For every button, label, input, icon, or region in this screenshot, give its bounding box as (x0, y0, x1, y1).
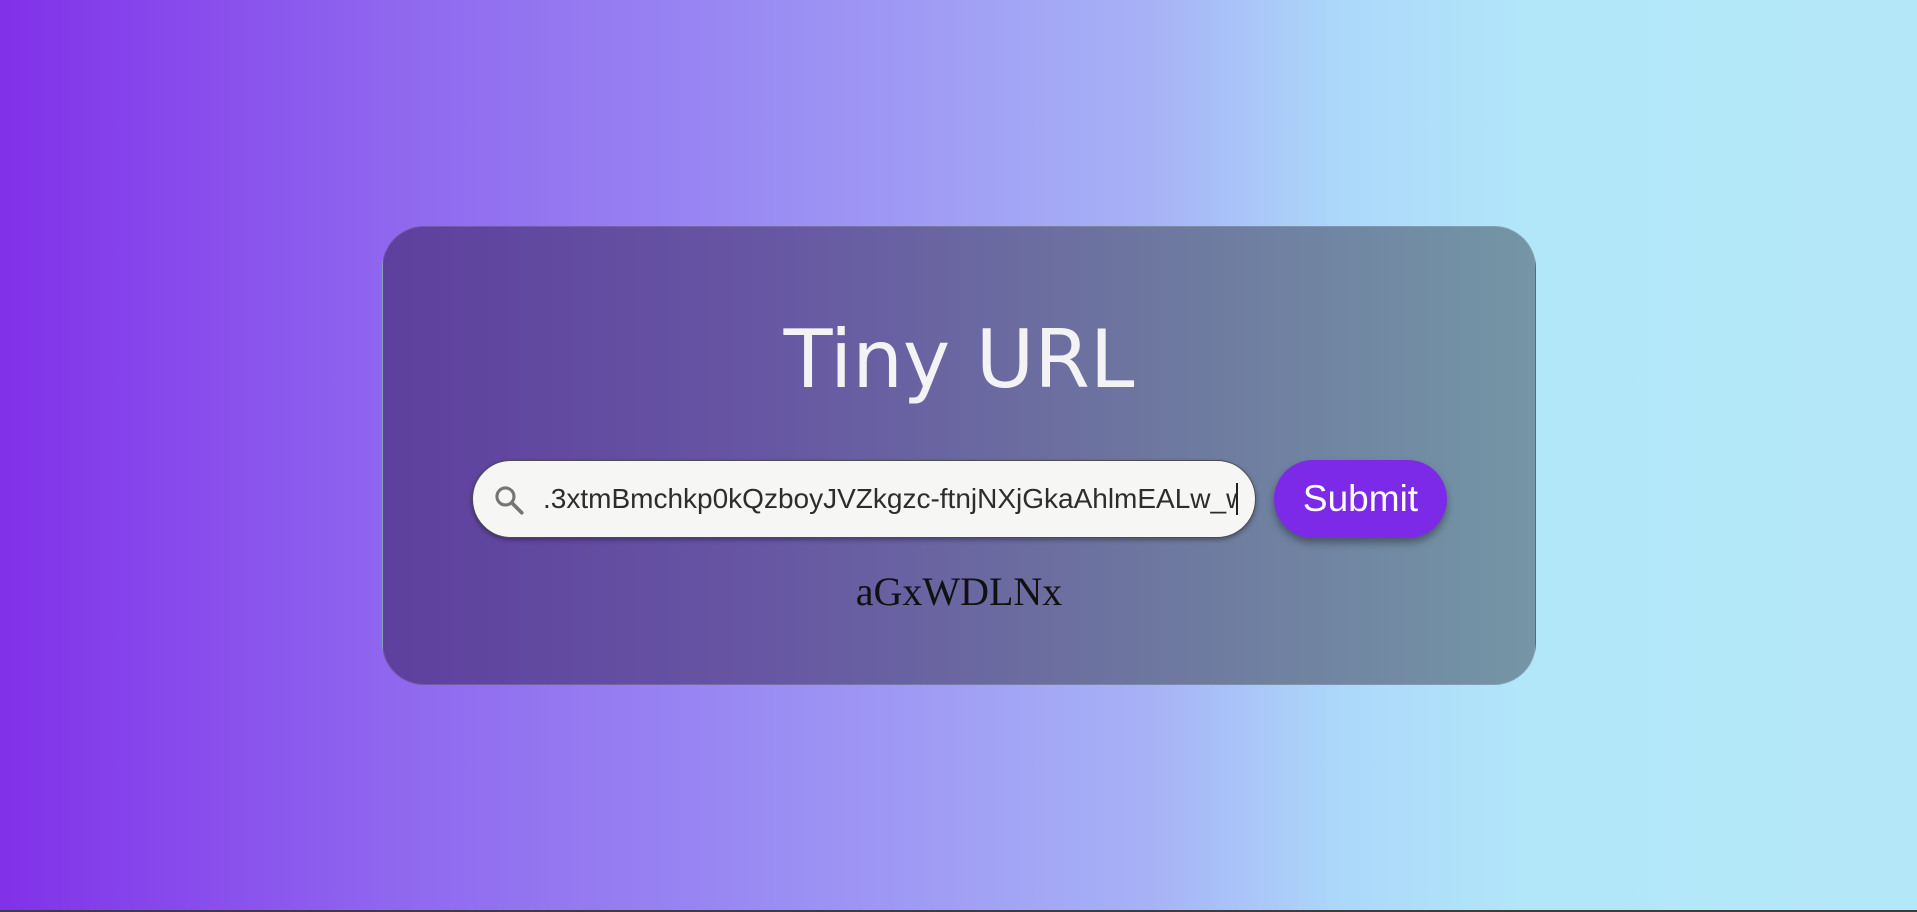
page-title: Tiny URL (783, 313, 1135, 406)
url-input[interactable] (543, 461, 1237, 537)
text-cursor (1236, 483, 1238, 515)
search-icon (495, 486, 524, 515)
tiny-url-card: Tiny URL Submit aGxWDLNx (382, 226, 1536, 685)
submit-button[interactable]: Submit (1274, 460, 1447, 538)
url-input-container[interactable] (472, 460, 1256, 538)
short-url-result: aGxWDLNx (855, 569, 1063, 614)
